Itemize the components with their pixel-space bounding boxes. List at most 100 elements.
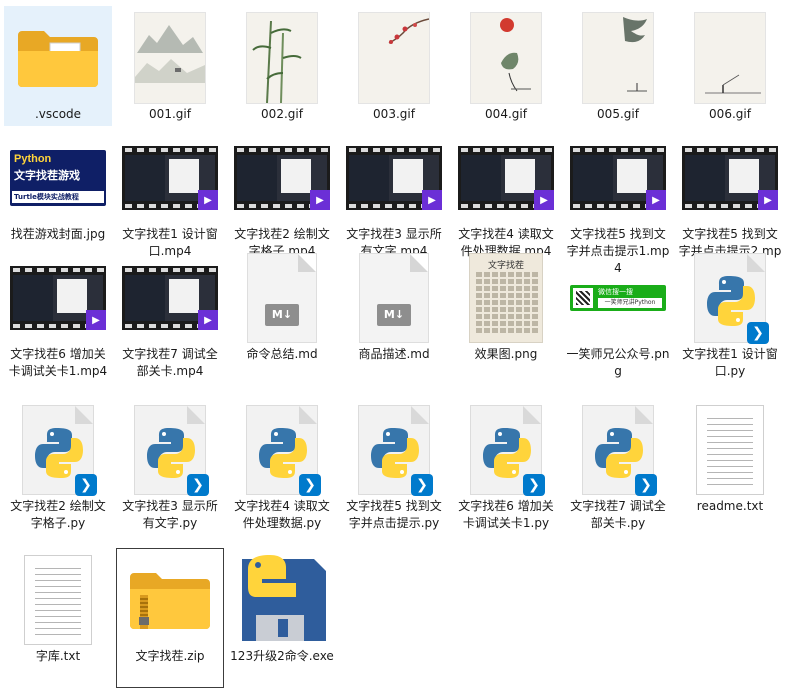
- file-item-video[interactable]: ▶ 文字找茬3 显示所有文字.mp4: [340, 126, 448, 258]
- file-name-label: 文字找茬2 绘制文字格子.py: [10, 499, 106, 530]
- file-name-label: 命令总结.md: [246, 347, 318, 361]
- file-name-label: 文字找茬7 调试全部关卡.py: [570, 499, 666, 530]
- file-thumbnail: ▶: [680, 128, 780, 228]
- file-name-label: 效果图.png: [474, 347, 538, 361]
- file-item-art[interactable]: 001.gif: [116, 6, 224, 126]
- file-thumbnail: [568, 8, 668, 108]
- python-file-icon: ❯: [23, 406, 97, 496]
- file-name-label: 003.gif: [373, 107, 415, 121]
- file-item-art[interactable]: 003.gif: [340, 6, 448, 126]
- file-item-video[interactable]: ▶文字找茬5 找到文字并点击提示2.mp4: [676, 126, 784, 275]
- python-file-icon: ❯: [359, 406, 433, 496]
- bamboo-painting-icon: [247, 13, 317, 103]
- python-file-icon: ❯: [695, 254, 769, 344]
- file-item-py[interactable]: ❯ 文字找茬3 显示所有文字.py: [116, 398, 224, 548]
- play-icon: ▶: [86, 310, 106, 330]
- file-item-video[interactable]: ▶ 文字找茬5 找到文字并点击提示1.mp4: [564, 126, 672, 275]
- file-item-video[interactable]: ▶ 文字找茬1 设计窗口.mp4: [116, 126, 224, 258]
- file-item-py[interactable]: ❯ 文字找茬2 绘制文字格子.py: [4, 398, 112, 548]
- file-name-label: 文字找茬.zip: [135, 649, 205, 663]
- floppy-exe-icon: [242, 555, 326, 641]
- video-thumbnail-icon: ▶: [682, 146, 778, 210]
- vscode-badge-icon: ❯: [411, 474, 433, 496]
- video-thumbnail-icon: ▶: [458, 146, 554, 210]
- vscode-badge-icon: ❯: [523, 474, 545, 496]
- file-item-zip[interactable]: 文字找茬.zip: [116, 548, 224, 688]
- file-item-exe[interactable]: 123升级2命令.exe: [228, 548, 336, 688]
- file-item-wechat[interactable]: 微信搜一搜 一笑师兄讲Python 一笑师兄公众号.png: [564, 246, 672, 396]
- file-item-py[interactable]: ❯ 文字找茬6 增加关卡调试关卡1.py: [452, 398, 560, 548]
- file-item-txt[interactable]: 字库.txt: [4, 548, 112, 688]
- file-item-md[interactable]: M↓ 商品描述.md: [340, 246, 448, 396]
- fisher-painting-icon: [695, 13, 765, 103]
- file-thumbnail: ▶: [120, 248, 220, 348]
- file-item-art[interactable]: 002.gif: [228, 6, 336, 126]
- sun-painting-icon: [471, 13, 541, 103]
- file-thumbnail: ❯: [120, 400, 220, 500]
- video-thumbnail-icon: ▶: [122, 266, 218, 330]
- file-name-label: readme.txt: [696, 499, 764, 513]
- file-item-py[interactable]: ❯ 文字找茬1 设计窗口.py: [676, 246, 784, 396]
- file-name-label: 005.gif: [597, 107, 639, 121]
- file-item-art[interactable]: 004.gif: [452, 6, 560, 126]
- file-item-video[interactable]: ▶ 文字找茬6 增加关卡调试关卡1.mp4: [4, 246, 112, 396]
- python-file-icon: ❯: [583, 406, 657, 496]
- file-name-label: 001.gif: [149, 107, 191, 121]
- file-name-label: 002.gif: [261, 107, 303, 121]
- effect-image-icon: 文字找茬: [470, 254, 542, 342]
- video-thumbnail-icon: ▶: [346, 146, 442, 210]
- file-thumbnail: [8, 8, 108, 108]
- file-item-py[interactable]: ❯ 文字找茬5 找到文字并点击提示.py: [340, 398, 448, 548]
- file-thumbnail: ▶: [8, 248, 108, 348]
- file-item-txt[interactable]: readme.txt: [676, 398, 784, 548]
- file-thumbnail: Python 文字找茬游戏 Turtle模块实战教程: [8, 128, 108, 228]
- file-item-art[interactable]: 006.gif: [676, 6, 784, 126]
- md-badge: M↓: [377, 304, 411, 326]
- file-item-effect[interactable]: 文字找茬效果图.png: [452, 246, 560, 396]
- file-name-label: 123升级2命令.exe: [230, 649, 334, 663]
- file-thumbnail: [344, 8, 444, 108]
- python-file-icon: ❯: [471, 406, 545, 496]
- text-file-icon: [697, 406, 763, 494]
- cover-caption: Turtle模块实战教程: [12, 191, 104, 203]
- pine-painting-icon: [583, 13, 653, 103]
- wechat-account-text: 一笑师兄讲Python: [598, 298, 662, 308]
- file-thumbnail: M↓: [232, 248, 332, 348]
- video-thumbnail-icon: ▶: [10, 266, 106, 330]
- cover-title: Python: [14, 153, 52, 165]
- file-item-video[interactable]: ▶ 文字找茬4 读取文件处理数据.mp4: [452, 126, 560, 258]
- play-icon: ▶: [198, 190, 218, 210]
- file-thumbnail: ▶: [232, 128, 332, 228]
- wechat-qr-icon: 微信搜一搜一笑师兄讲Python: [570, 285, 666, 311]
- file-name-label: 文字找茬7 调试全部关卡.mp4: [122, 347, 218, 378]
- file-item-py[interactable]: ❯ 文字找茬7 调试全部关卡.py: [564, 398, 672, 548]
- zip-folder-icon: [130, 573, 210, 629]
- file-thumbnail: [680, 400, 780, 500]
- file-thumbnail: ▶: [456, 128, 556, 228]
- video-thumbnail-icon: ▶: [570, 146, 666, 210]
- file-thumbnail: [120, 8, 220, 108]
- video-thumbnail-icon: ▶: [234, 146, 330, 210]
- file-item-art[interactable]: 005.gif: [564, 6, 672, 126]
- file-item-cover[interactable]: Python 文字找茬游戏 Turtle模块实战教程 找茬游戏封面.jpg: [4, 126, 112, 246]
- play-icon: ▶: [534, 190, 554, 210]
- file-thumbnail: 文字找茬: [456, 248, 556, 348]
- file-item-py[interactable]: ❯ 文字找茬4 读取文件处理数据.py: [228, 398, 336, 548]
- file-item-folder[interactable]: .vscode: [4, 6, 112, 126]
- vscode-badge-icon: ❯: [635, 474, 657, 496]
- markdown-file-icon: M↓: [248, 254, 316, 342]
- file-name-label: 商品描述.md: [358, 347, 430, 361]
- file-name-label: 文字找茬6 增加关卡调试关卡1.py: [458, 499, 554, 530]
- file-item-md[interactable]: M↓ 命令总结.md: [228, 246, 336, 396]
- python-file-icon: ❯: [135, 406, 209, 496]
- file-thumbnail: ▶: [568, 128, 668, 228]
- md-badge: M↓: [265, 304, 299, 326]
- file-item-video[interactable]: ▶ 文字找茬7 调试全部关卡.mp4: [116, 246, 224, 396]
- file-item-video[interactable]: ▶ 文字找茬2 绘制文字格子.mp4: [228, 126, 336, 258]
- file-thumbnail: [456, 8, 556, 108]
- file-thumbnail: 微信搜一搜一笑师兄讲Python: [568, 248, 668, 348]
- text-file-icon: [25, 556, 91, 644]
- wechat-search-text: 微信搜一搜: [598, 288, 633, 296]
- file-name-label: 文字找茬4 读取文件处理数据.py: [234, 499, 330, 530]
- file-name-label: 文字找茬5 找到文字并点击提示.py: [346, 499, 442, 530]
